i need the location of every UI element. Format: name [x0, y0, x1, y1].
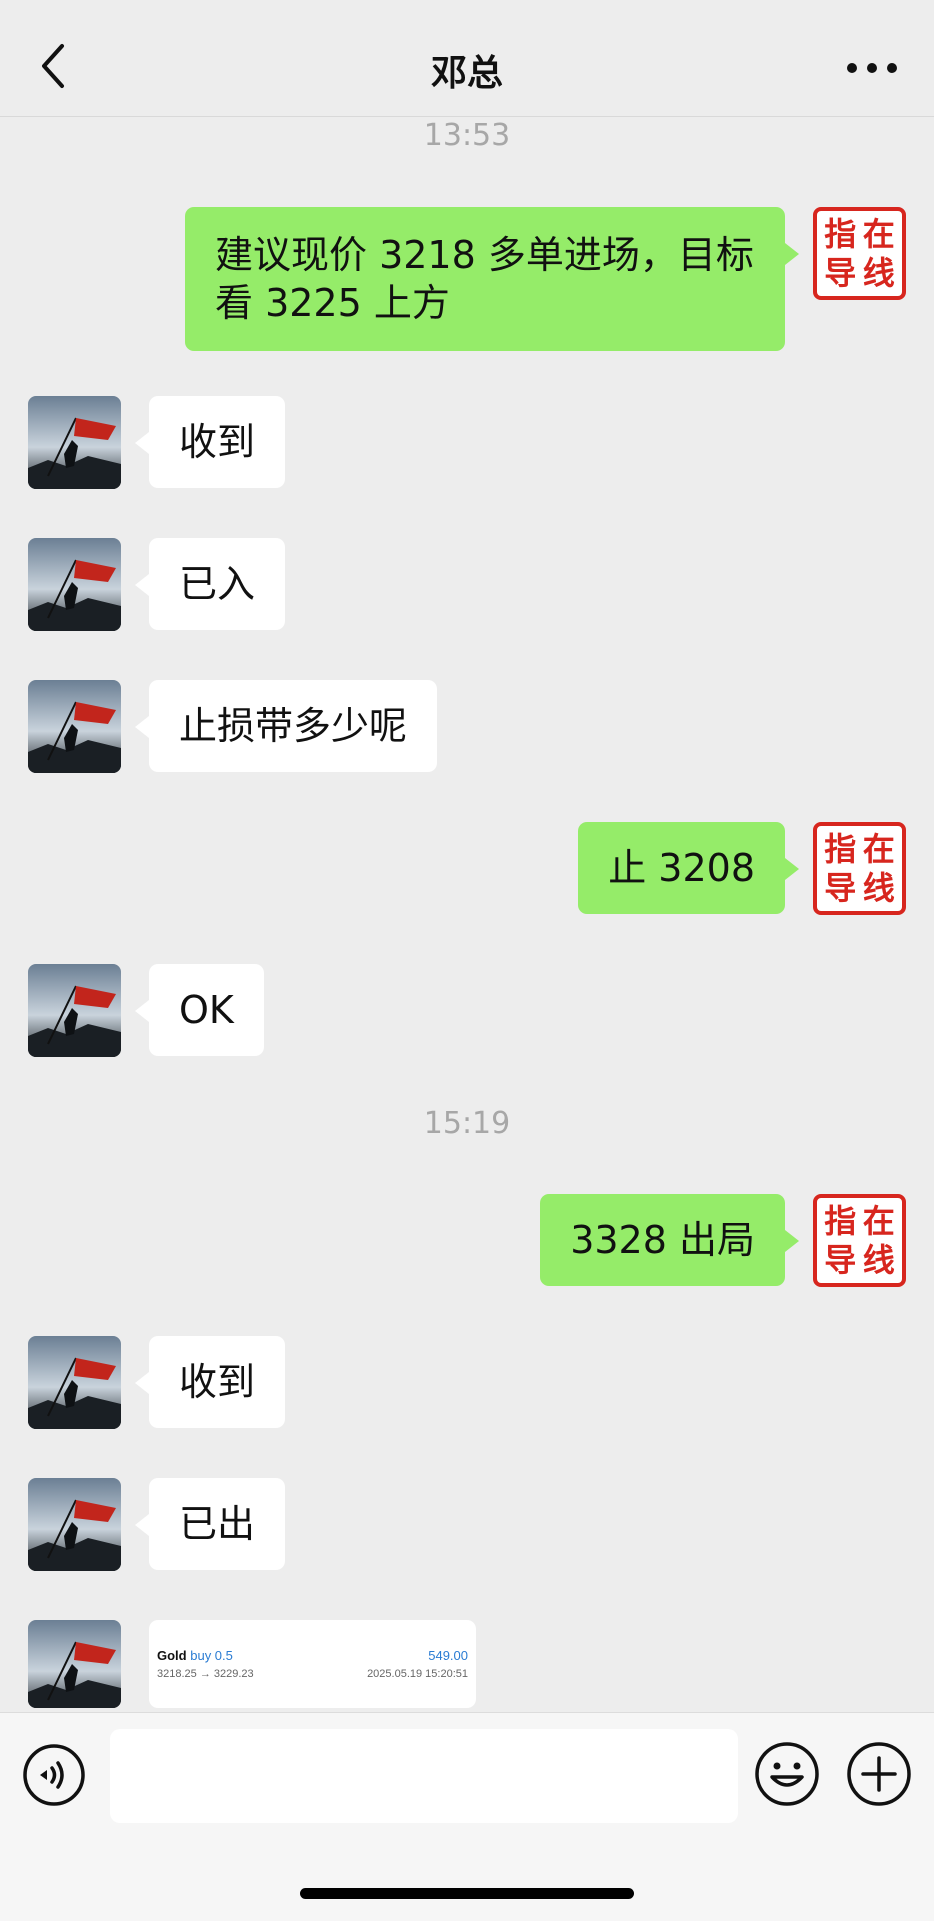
contact-avatar[interactable]	[28, 538, 121, 631]
my-avatar[interactable]: 指在导线	[813, 207, 906, 300]
trade-card-row1: Gold buy 0.5 549.00	[157, 1648, 468, 1663]
trade-profit: 549.00	[428, 1648, 468, 1663]
my-avatar[interactable]: 指在导线	[813, 822, 906, 915]
chat-title: 邓总	[430, 53, 503, 94]
trade-prices: 3218.25 → 3229.23	[157, 1668, 254, 1680]
message-bubble-received[interactable]: 已出	[134, 1478, 286, 1570]
plus-icon[interactable]	[846, 1741, 912, 1807]
message-bubble-sent[interactable]: 建议现价 3218 多单进场，目标看 3225 上方	[185, 207, 799, 351]
timestamp: 13:53	[423, 118, 511, 153]
contact-avatar[interactable]	[28, 396, 121, 489]
contact-avatar[interactable]	[28, 964, 121, 1057]
contact-avatar[interactable]	[28, 680, 121, 773]
trade-symbol: Gold	[157, 1648, 187, 1663]
more-dots-icon[interactable]	[844, 50, 900, 86]
emoji-icon[interactable]	[754, 1741, 820, 1807]
message-bubble-received[interactable]: 已入	[134, 538, 286, 630]
timestamp: 15:19	[423, 1106, 511, 1141]
trade-datetime: 2025.05.19 15:20:51	[367, 1668, 468, 1680]
contact-avatar[interactable]	[28, 1478, 121, 1571]
message-bubble-sent[interactable]: 止 3208	[578, 822, 799, 914]
message-bubble-received[interactable]: 止损带多少呢	[134, 680, 438, 772]
trade-direction: buy 0.5	[190, 1648, 233, 1663]
contact-avatar[interactable]	[28, 1336, 121, 1429]
trade-card-image[interactable]: Gold buy 0.5 549.00 3218.25 → 3229.23 20…	[149, 1620, 476, 1708]
message-bubble-received[interactable]: 收到	[134, 1336, 286, 1428]
message-input[interactable]	[110, 1729, 738, 1823]
voice-icon[interactable]	[22, 1743, 86, 1807]
seal-logo: 指在导线	[824, 1202, 895, 1279]
trade-card-row2: 3218.25 → 3229.23 2025.05.19 15:20:51	[157, 1668, 468, 1680]
my-avatar[interactable]: 指在导线	[813, 1194, 906, 1287]
seal-logo: 指在导线	[824, 215, 895, 292]
message-bubble-received[interactable]: OK	[135, 964, 264, 1056]
contact-avatar[interactable]	[28, 1620, 121, 1708]
chat-header: 邓总	[0, 0, 934, 117]
seal-logo: 指在导线	[824, 830, 895, 907]
message-bubble-sent[interactable]: 3328 出局	[540, 1194, 799, 1286]
home-indicator[interactable]	[300, 1888, 634, 1899]
message-bubble-received[interactable]: 收到	[134, 396, 286, 488]
